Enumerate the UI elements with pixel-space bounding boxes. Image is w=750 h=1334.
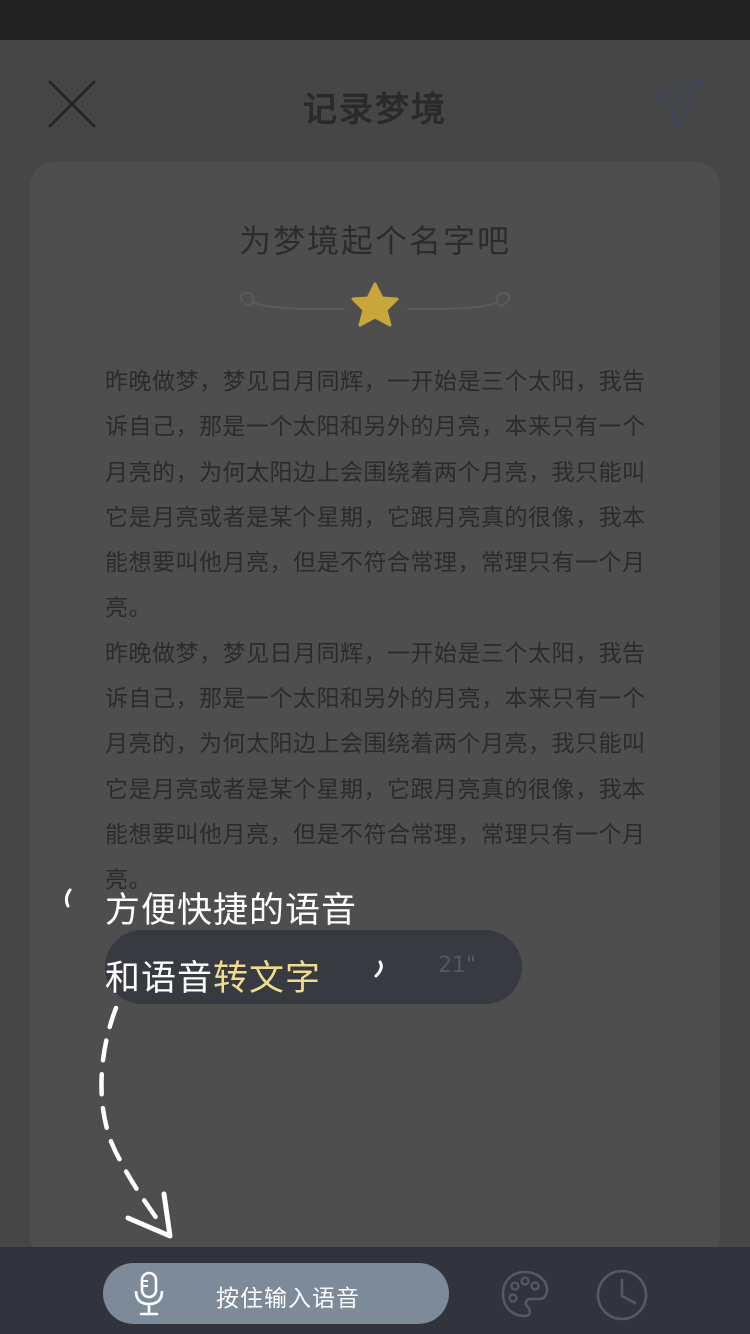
hint-text-line1: 方便快捷的语音 — [105, 891, 358, 931]
header: 记录梦境 — [0, 40, 750, 165]
hint-text-prefix: 和语音 — [105, 959, 214, 999]
status-bar — [0, 0, 750, 40]
hint-text-highlight: 转文字 — [213, 959, 322, 999]
hold-to-talk-button[interactable]: 按住输入语音 — [103, 1263, 449, 1324]
clock-icon — [596, 1269, 648, 1321]
send-button[interactable] — [650, 74, 708, 132]
palette-icon — [501, 1270, 549, 1318]
title-divider — [235, 278, 515, 334]
hint-text-line2: 和语音转文字 — [105, 950, 321, 1001]
dream-title-input[interactable]: 为梦境起个名字吧 — [0, 216, 750, 262]
palette-button[interactable] — [499, 1268, 551, 1320]
dream-paragraph: 昨晚做梦，梦见日月同辉，一开始是三个太阳，我告诉自己，那是一个太阳和另外的月亮，… — [105, 640, 646, 894]
history-button[interactable] — [595, 1268, 649, 1322]
dream-paragraph: 昨晚做梦，梦见日月同辉，一开始是三个太阳，我告诉自己，那是一个太阳和另外的月亮，… — [105, 369, 646, 622]
dream-content[interactable]: 昨晚做梦，梦见日月同辉，一开始是三个太阳，我告诉自己，那是一个太阳和另外的月亮，… — [105, 360, 653, 904]
page-title: 记录梦境 — [303, 90, 447, 130]
star-icon — [351, 282, 399, 327]
hold-to-talk-label: 按住输入语音 — [216, 1286, 360, 1312]
send-icon — [652, 76, 706, 128]
voice-duration: 21" — [438, 953, 477, 978]
